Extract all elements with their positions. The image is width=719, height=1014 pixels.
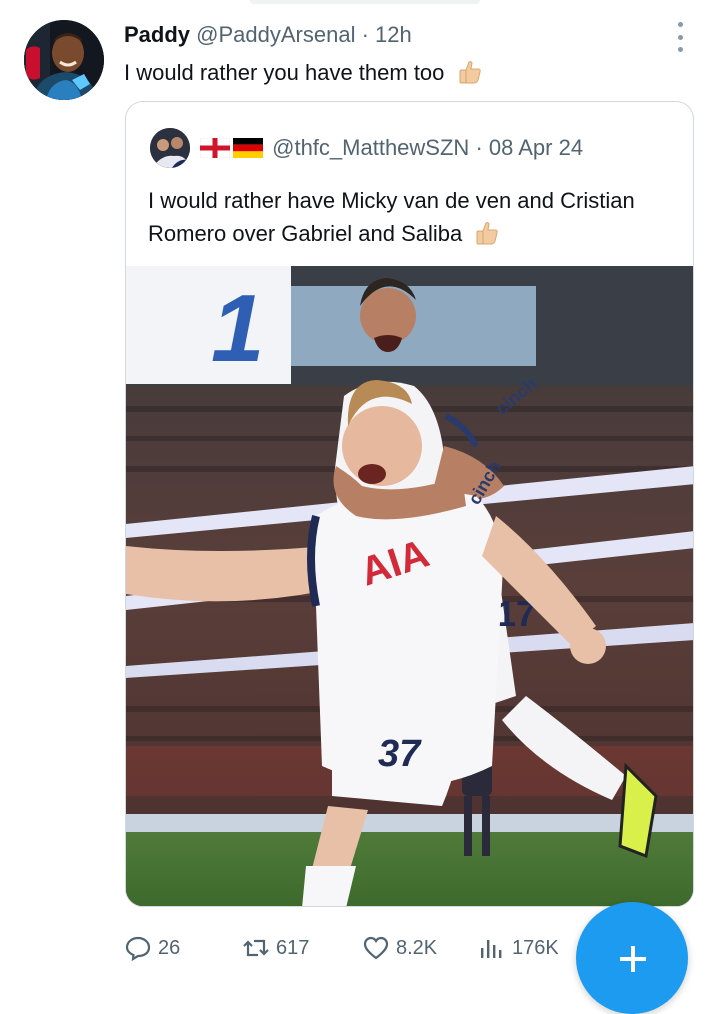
tweet-time[interactable]: 12h bbox=[375, 22, 412, 47]
quoted-header: @thfc_MatthewSZN · 08 Apr 24 bbox=[200, 133, 583, 163]
author-handle[interactable]: @PaddyArsenal bbox=[196, 22, 355, 47]
england-flag-icon bbox=[200, 138, 230, 158]
quoted-author-handle[interactable]: @thfc_MatthewSZN bbox=[272, 135, 469, 160]
retweet-count: 617 bbox=[276, 936, 310, 959]
reply-count: 26 bbox=[158, 936, 181, 959]
like-count: 8.2K bbox=[396, 936, 438, 959]
reply-action[interactable]: 26 bbox=[124, 928, 180, 968]
analytics-icon bbox=[481, 940, 502, 958]
tweet-text-body: I would rather you have them too bbox=[124, 60, 445, 85]
tweet-header: Paddy @PaddyArsenal · 12h bbox=[124, 20, 412, 50]
quoted-date[interactable]: 08 Apr 24 bbox=[489, 135, 583, 160]
header-separator: · bbox=[361, 22, 369, 47]
germany-flag-icon bbox=[233, 138, 263, 158]
plus-icon bbox=[620, 946, 646, 972]
reply-icon bbox=[125, 936, 151, 962]
author-name[interactable]: Paddy bbox=[124, 22, 190, 47]
heart-icon bbox=[363, 936, 389, 960]
quoted-text-body: I would rather have Micky van de ven and… bbox=[148, 188, 635, 246]
retweet-icon bbox=[243, 939, 269, 957]
scoreboard-glyph: 1 bbox=[211, 275, 264, 382]
reply-tweet[interactable]: Paddy @PaddyArsenal · 12h I would rather… bbox=[0, 0, 719, 1014]
thumbs-up-icon bbox=[459, 61, 481, 84]
shirt-number-front: 37 bbox=[378, 733, 422, 775]
thumbs-up-icon bbox=[476, 222, 499, 245]
quoted-separator: · bbox=[475, 135, 483, 160]
more-options-icon[interactable] bbox=[670, 22, 690, 52]
quoted-media-photo[interactable]: 1 cinch 17 AIA cinch 37 bbox=[126, 266, 693, 906]
tweet-text: I would rather you have them too bbox=[124, 58, 483, 88]
like-action[interactable]: 8.2K bbox=[362, 928, 437, 968]
author-avatar[interactable] bbox=[24, 20, 104, 100]
views-action[interactable]: 176K bbox=[478, 928, 559, 968]
retweet-action[interactable]: 617 bbox=[242, 928, 309, 968]
quoted-author-avatar[interactable] bbox=[150, 128, 190, 168]
views-count: 176K bbox=[512, 936, 559, 959]
quoted-tweet[interactable]: @thfc_MatthewSZN · 08 Apr 24 I would rat… bbox=[125, 101, 694, 907]
compose-fab-button[interactable] bbox=[576, 902, 688, 1014]
quoted-text: I would rather have Micky van de ven and… bbox=[148, 184, 678, 250]
